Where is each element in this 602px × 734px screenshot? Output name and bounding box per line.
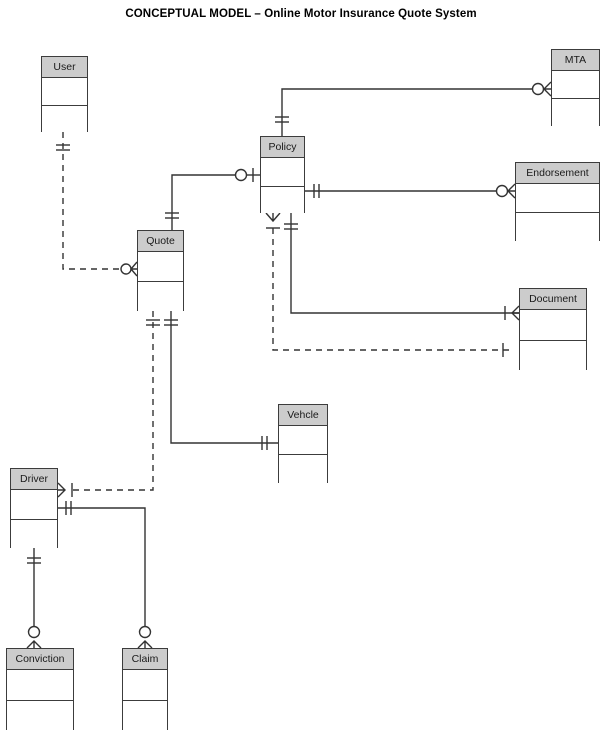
relationship-policy-document: [284, 213, 520, 321]
entity-endorsement-label: Endorsement: [516, 163, 599, 184]
relationship-quote-driver: [57, 311, 160, 498]
entity-quote[interactable]: Quote: [137, 230, 184, 311]
entity-document-compartment-2: [520, 341, 586, 370]
entity-claim-compartment-1: [123, 670, 167, 701]
entity-quote-label: Quote: [138, 231, 183, 252]
entity-mta-compartment-2: [552, 99, 599, 126]
entity-quote-compartment-1: [138, 252, 183, 282]
entity-vehcle-compartment-2: [279, 455, 327, 483]
relationship-policy-endorsement: [305, 183, 516, 199]
entity-driver-label: Driver: [11, 469, 57, 490]
diagram-connector-canvas: [26, 81, 552, 649]
entity-policy-compartment-2: [261, 187, 304, 213]
entity-user-compartment-2: [42, 106, 87, 132]
entity-mta-compartment-1: [552, 71, 599, 99]
entity-conviction-compartment-1: [7, 670, 73, 701]
entity-vehcle[interactable]: Vehcle: [278, 404, 328, 483]
entity-conviction[interactable]: Conviction: [6, 648, 74, 730]
entity-endorsement-compartment-2: [516, 213, 599, 241]
entity-claim-label: Claim: [123, 649, 167, 670]
entity-policy-compartment-1: [261, 158, 304, 187]
relationship-quote-vehcle: [164, 311, 278, 450]
entity-claim[interactable]: Claim: [122, 648, 168, 730]
entity-conviction-compartment-2: [7, 701, 73, 730]
entity-document-compartment-1: [520, 310, 586, 341]
relationship-quote-policy: [165, 168, 260, 230]
entity-vehcle-compartment-1: [279, 426, 327, 455]
relationship-user-quote: [56, 132, 138, 277]
entity-driver-compartment-1: [11, 490, 57, 520]
entity-mta-label: MTA: [552, 50, 599, 71]
entity-driver[interactable]: Driver: [10, 468, 58, 548]
relationship-policy-mta: [275, 81, 552, 136]
entity-driver-compartment-2: [11, 520, 57, 548]
relationship-driver-conviction: [26, 548, 42, 649]
relationship-policy-document-dashed: [265, 212, 513, 357]
relationship-driver-claim: [58, 501, 153, 649]
entity-user-compartment-1: [42, 78, 87, 106]
entity-endorsement[interactable]: Endorsement: [515, 162, 600, 241]
entity-claim-compartment-2: [123, 701, 167, 730]
entity-policy[interactable]: Policy: [260, 136, 305, 213]
entity-document[interactable]: Document: [519, 288, 587, 370]
entity-quote-compartment-2: [138, 282, 183, 311]
entity-conviction-label: Conviction: [7, 649, 73, 670]
entity-mta[interactable]: MTA: [551, 49, 600, 126]
entity-user-label: User: [42, 57, 87, 78]
entity-policy-label: Policy: [261, 137, 304, 158]
entity-user[interactable]: User: [41, 56, 88, 132]
entity-vehcle-label: Vehcle: [279, 405, 327, 426]
entity-document-label: Document: [520, 289, 586, 310]
entity-endorsement-compartment-1: [516, 184, 599, 213]
